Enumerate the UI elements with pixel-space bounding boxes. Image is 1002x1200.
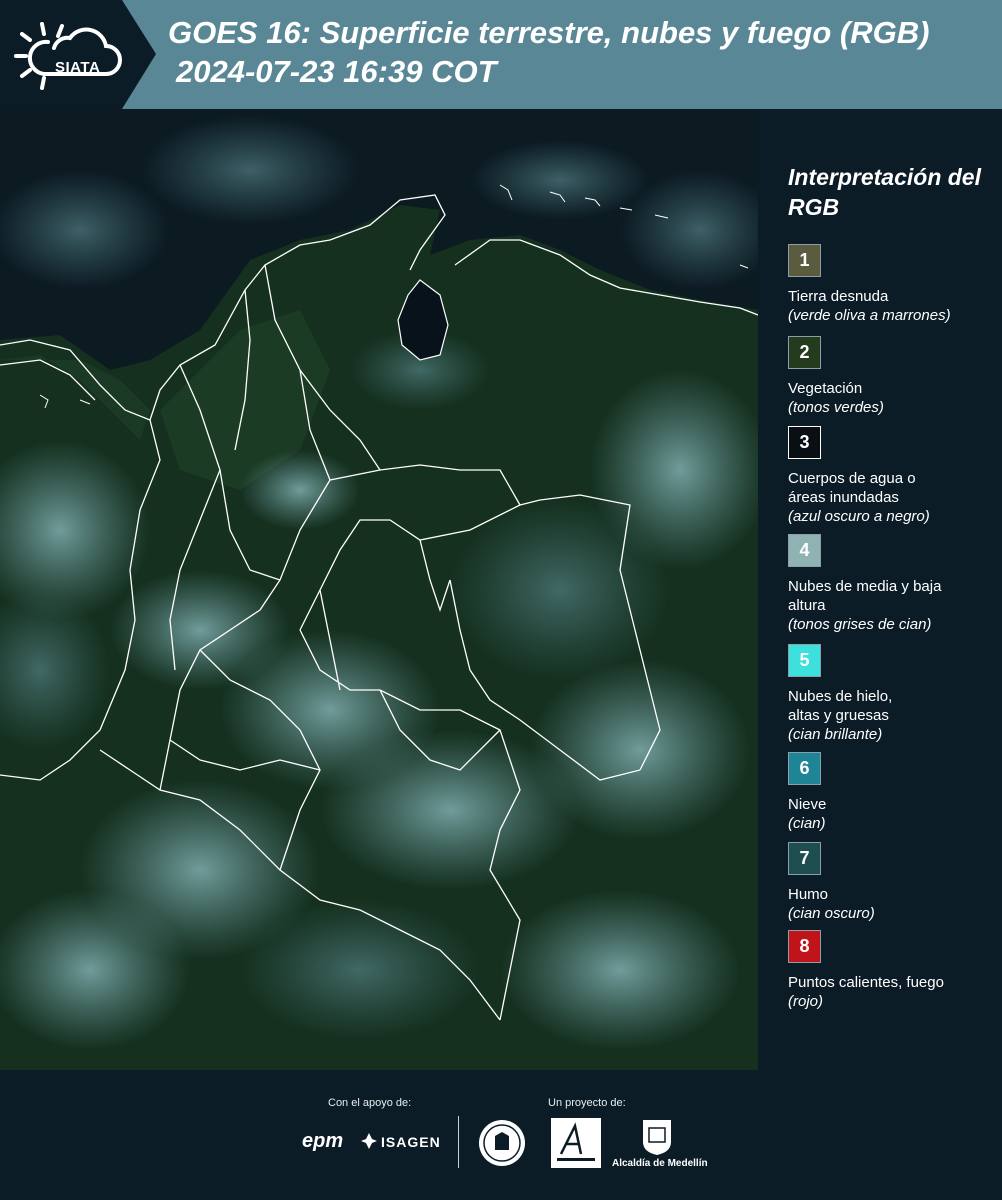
isagen-logo: ISAGEN [381, 1134, 441, 1150]
legend-item-sub: (cian brillante) [788, 726, 883, 743]
area-metropolitana-icon [551, 1118, 601, 1168]
seal-icon [479, 1120, 525, 1166]
legend-item-sub: (cian oscuro) [788, 905, 875, 922]
timestamp: 2024-07-23 16:39 COT [176, 54, 497, 89]
legend-item-sub: (tonos grises de cian) [788, 616, 932, 633]
legend-swatch: 4 [788, 534, 821, 567]
legend-swatch: 2 [788, 336, 821, 369]
legend-item-sub: (verde oliva a marrones) [788, 307, 951, 324]
rgb-map-image [0, 110, 758, 1070]
legend-item-ice-clouds: 5 Nubes de hielo, altas y gruesas (cian … [788, 644, 998, 744]
legend-swatch: 6 [788, 752, 821, 785]
siata-logo: SIATA [14, 14, 124, 94]
footer: Con el apoyo de: Un proyecto de: epm ISA… [0, 1070, 1002, 1200]
legend-item-snow: 6 Nieve (cian) [788, 752, 998, 833]
legend-item-bare-soil: 1 Tierra desnuda (verde oliva a marrones… [788, 244, 998, 325]
legend-swatch: 7 [788, 842, 821, 875]
legend-swatch: 1 [788, 244, 821, 277]
legend-item-label: Puntos calientes, fuego [788, 974, 944, 991]
legend-item-label: Nubes de hielo, altas y gruesas [788, 688, 893, 724]
legend-swatch: 8 [788, 930, 821, 963]
legend-item-sub: (cian) [788, 815, 826, 832]
legend-item-sub: (azul oscuro a negro) [788, 508, 930, 525]
header-bar: SIATA GOES 16: Superficie terrestre, nub… [0, 0, 1002, 109]
footer-divider [458, 1116, 459, 1168]
legend-item-label: Cuerpos de agua o áreas inundadas [788, 470, 916, 506]
legend-swatch: 5 [788, 644, 821, 677]
legend-item-vegetation: 2 Vegetación (tonos verdes) [788, 336, 998, 417]
legend-swatch: 3 [788, 426, 821, 459]
legend-item-label: Nubes de media y baja altura [788, 578, 942, 614]
alcaldia-logo: Alcaldía de Medellín [612, 1158, 708, 1169]
isagen-icon [361, 1133, 377, 1149]
legend-item-label: Humo [788, 886, 829, 903]
epm-logo: epm [302, 1130, 344, 1152]
page-title: GOES 16: Superficie terrestre, nubes y f… [168, 15, 930, 50]
project-label: Un proyecto de: [548, 1097, 626, 1109]
legend-item-fire: 8 Puntos calientes, fuego (rojo) [788, 930, 998, 1011]
logo-text: SIATA [55, 59, 101, 76]
legend-item-smoke: 7 Humo (cian oscuro) [788, 842, 998, 923]
legend-item-sub: (tonos verdes) [788, 399, 884, 416]
legend-panel: Interpretación del RGB 1 Tierra desnuda … [760, 110, 1002, 1070]
alcaldia-shield-icon [643, 1120, 671, 1155]
sun-cloud-icon [14, 22, 122, 90]
legend-item-sub: (rojo) [788, 993, 824, 1010]
legend-item-water: 3 Cuerpos de agua o áreas inundadas (azu… [788, 426, 998, 526]
legend-item-label: Tierra desnuda [788, 288, 889, 305]
satellite-map [0, 110, 758, 1070]
legend-item-label: Vegetación [788, 380, 863, 397]
legend-title: Interpretación del RGB [788, 164, 981, 220]
support-label: Con el apoyo de: [328, 1097, 412, 1109]
legend-item-mid-clouds: 4 Nubes de media y baja altura (tonos gr… [788, 534, 998, 634]
legend-item-label: Nieve [788, 796, 827, 813]
